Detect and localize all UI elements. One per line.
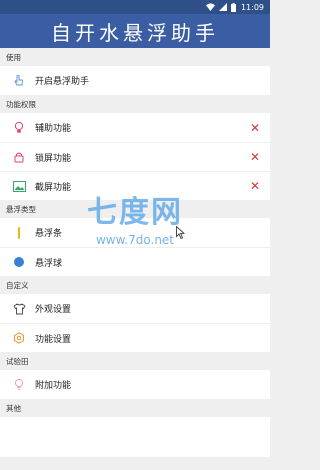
bulb-outline-icon <box>12 378 26 392</box>
gear-icon <box>12 331 26 345</box>
row-open-float-assistant[interactable]: 开启悬浮助手 <box>0 66 270 95</box>
section-card-customize: 外观设置 功能设置 <box>0 294 270 352</box>
section-header-customize: 自定义 <box>6 280 29 290</box>
hand-pointer-icon <box>12 74 26 88</box>
row-function-settings[interactable]: 功能设置 <box>0 323 270 352</box>
battery-icon <box>230 2 236 12</box>
section-header-float-type: 悬浮类型 <box>6 204 36 214</box>
bar-icon <box>12 226 26 240</box>
section-card-usage: 开启悬浮助手 <box>0 66 270 95</box>
shirt-icon <box>12 302 26 316</box>
section-header-usage: 使用 <box>6 52 21 62</box>
row-appearance-settings[interactable]: 外观设置 <box>0 294 270 323</box>
row-lock-screen[interactable]: 锁屏功能 ✕ <box>0 142 270 171</box>
row-label: 功能设置 <box>35 334 72 345</box>
row-label: 锁屏功能 <box>35 153 72 164</box>
section-card-permissions: 辅助功能 ✕ 锁屏功能 ✕ 截屏功能 ✕ <box>0 113 270 200</box>
row-addon-features[interactable]: 附加功能 <box>0 370 270 399</box>
row-accessibility[interactable]: 辅助功能 ✕ <box>0 113 270 142</box>
app-title: 自开水悬浮助手 <box>51 20 219 45</box>
section-header-permissions: 功能权限 <box>6 99 36 109</box>
close-icon[interactable]: ✕ <box>250 180 260 192</box>
row-label: 附加功能 <box>35 381 72 391</box>
row-label: 外观设置 <box>35 305 72 315</box>
close-icon[interactable]: ✕ <box>250 151 260 163</box>
row-label: 开启悬浮助手 <box>35 77 90 87</box>
row-label: 截屏功能 <box>35 182 72 193</box>
status-time: 11:09 <box>240 2 264 12</box>
section-header-other: 其他 <box>6 403 21 413</box>
row-label: 悬浮条 <box>35 229 63 239</box>
close-icon[interactable]: ✕ <box>250 122 260 134</box>
row-label: 辅助功能 <box>35 124 72 134</box>
signal-icon <box>218 3 227 11</box>
ball-icon <box>12 255 26 269</box>
bulb-icon <box>12 121 26 135</box>
status-icons <box>205 2 236 12</box>
lock-icon <box>12 150 26 164</box>
section-card-other <box>0 417 270 457</box>
wifi-icon <box>205 3 215 11</box>
status-bar: 11:09 <box>0 0 270 14</box>
row-float-bar[interactable]: 悬浮条 <box>0 218 270 247</box>
app-bar: 自开水悬浮助手 <box>0 14 270 48</box>
section-header-experimental: 试验田 <box>6 356 29 366</box>
section-card-experimental: 附加功能 <box>0 370 270 399</box>
section-card-float-type: 悬浮条 悬浮球 <box>0 218 270 276</box>
row-label: 悬浮球 <box>35 258 63 269</box>
row-float-ball[interactable]: 悬浮球 <box>0 247 270 276</box>
image-icon <box>12 179 26 193</box>
mouse-cursor-icon <box>176 226 185 239</box>
row-screenshot[interactable]: 截屏功能 ✕ <box>0 171 270 200</box>
